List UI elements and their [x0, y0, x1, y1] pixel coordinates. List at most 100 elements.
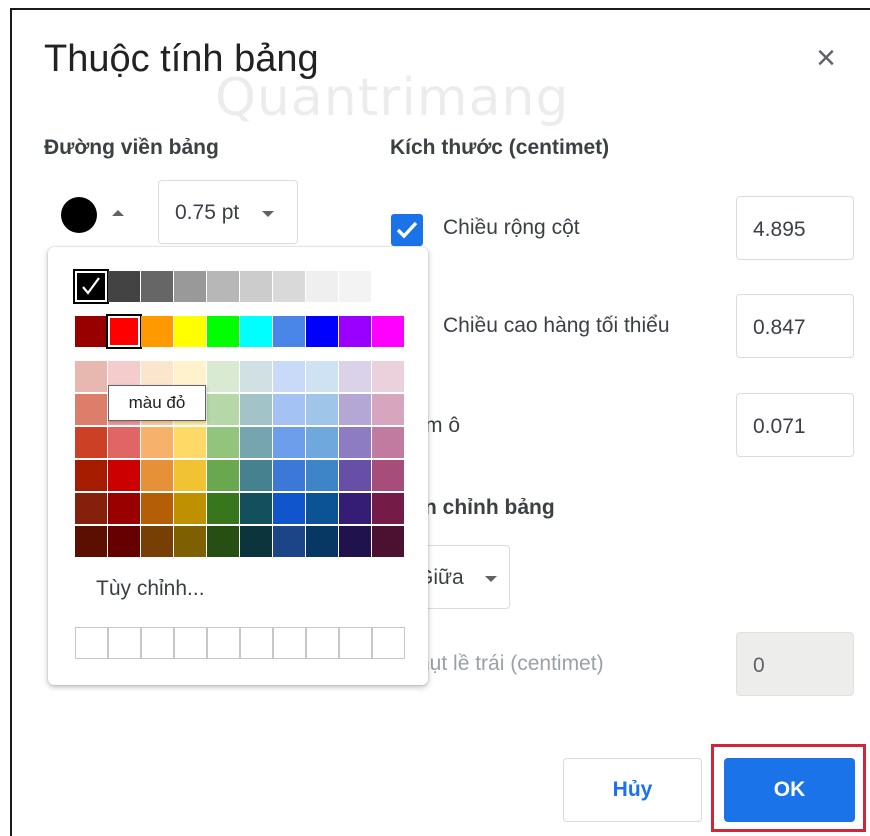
- color-swatch-grey[interactable]: [339, 271, 371, 302]
- custom-color-slot[interactable]: [339, 627, 372, 659]
- color-swatch-shade[interactable]: [372, 460, 404, 491]
- color-swatch-shade[interactable]: [108, 460, 140, 491]
- color-swatch-shade[interactable]: [141, 493, 173, 524]
- custom-color-slot[interactable]: [306, 627, 339, 659]
- color-swatch-main[interactable]: [240, 316, 272, 347]
- color-swatch-shade[interactable]: [207, 427, 239, 458]
- color-swatch-shade[interactable]: [75, 526, 107, 557]
- color-swatch-shade[interactable]: [306, 361, 338, 392]
- color-swatch-shade[interactable]: [339, 460, 371, 491]
- min-row-height-input[interactable]: 0.847: [736, 294, 854, 358]
- custom-color-slot[interactable]: [141, 627, 174, 659]
- cell-padding-input[interactable]: 0.071: [736, 393, 854, 457]
- custom-color-label[interactable]: Tùy chỉnh...: [96, 577, 205, 601]
- column-width-checkbox[interactable]: [391, 214, 423, 246]
- color-swatch-shade[interactable]: [372, 427, 404, 458]
- color-swatch-shade[interactable]: [75, 493, 107, 524]
- color-swatch-shade[interactable]: [141, 427, 173, 458]
- color-swatch-shade[interactable]: [174, 460, 206, 491]
- color-swatch-grey[interactable]: [273, 271, 305, 302]
- color-swatch-main[interactable]: [106, 314, 142, 349]
- color-swatch-grey[interactable]: [240, 271, 272, 302]
- color-swatch-shade[interactable]: [273, 427, 305, 458]
- color-swatch-main[interactable]: [207, 316, 239, 347]
- color-swatch-grey[interactable]: [372, 271, 404, 302]
- color-swatch-shade[interactable]: [207, 460, 239, 491]
- color-swatch-shade[interactable]: [372, 361, 404, 392]
- color-swatch-shade[interactable]: [207, 361, 239, 392]
- color-swatch-shade[interactable]: [240, 394, 272, 425]
- custom-color-slot[interactable]: [108, 627, 141, 659]
- color-swatch-shade[interactable]: [339, 361, 371, 392]
- color-swatch-shade[interactable]: [339, 526, 371, 557]
- custom-color-slot[interactable]: [207, 627, 240, 659]
- column-width-input[interactable]: 4.895: [736, 196, 854, 260]
- color-swatch-shade[interactable]: [306, 394, 338, 425]
- color-swatch-shade[interactable]: [108, 427, 140, 458]
- custom-color-slot[interactable]: [372, 627, 405, 659]
- color-swatch-shade[interactable]: [75, 460, 107, 491]
- color-swatch-shade[interactable]: [273, 394, 305, 425]
- color-swatch-shade[interactable]: [240, 427, 272, 458]
- alignment-section-label: n chỉnh bảng: [424, 496, 555, 519]
- border-width-value: 0.75 pt: [175, 201, 240, 224]
- color-swatch-main[interactable]: [339, 316, 371, 347]
- color-swatch-shade[interactable]: [207, 394, 239, 425]
- color-swatch-shade[interactable]: [240, 460, 272, 491]
- caret-up-icon: [112, 210, 124, 216]
- close-icon[interactable]: ×: [808, 40, 844, 76]
- color-swatch-shade[interactable]: [108, 493, 140, 524]
- color-swatch-shade[interactable]: [339, 394, 371, 425]
- color-swatch-shade[interactable]: [306, 460, 338, 491]
- color-swatch-shade[interactable]: [75, 361, 107, 392]
- left-indent-input[interactable]: 0: [736, 632, 854, 696]
- color-swatch-shade[interactable]: [207, 526, 239, 557]
- size-section-label: Kích thước (centimet): [390, 136, 610, 159]
- color-swatch-grey[interactable]: [73, 269, 109, 304]
- custom-color-slot[interactable]: [273, 627, 306, 659]
- left-indent-label: hụt lề trái (centimet): [418, 652, 604, 675]
- chevron-down-icon: [262, 211, 274, 217]
- color-swatch-shade[interactable]: [240, 361, 272, 392]
- color-swatch-main[interactable]: [306, 316, 338, 347]
- color-swatch-shade[interactable]: [306, 427, 338, 458]
- color-swatch-main[interactable]: [75, 316, 107, 347]
- custom-color-slot[interactable]: [75, 627, 108, 659]
- color-swatch-shade[interactable]: [75, 394, 107, 425]
- cancel-button[interactable]: Hủy: [563, 758, 702, 822]
- color-swatch-shade[interactable]: [273, 526, 305, 557]
- custom-color-slot[interactable]: [174, 627, 207, 659]
- border-color-button[interactable]: [46, 182, 138, 244]
- color-swatch-shade[interactable]: [240, 493, 272, 524]
- color-swatch-shade[interactable]: [372, 526, 404, 557]
- color-swatch-main[interactable]: [174, 316, 206, 347]
- color-swatch-shade[interactable]: [174, 526, 206, 557]
- color-swatch-shade[interactable]: [240, 526, 272, 557]
- color-swatch-grey[interactable]: [174, 271, 206, 302]
- color-swatch-shade[interactable]: [174, 427, 206, 458]
- color-swatch-grey[interactable]: [141, 271, 173, 302]
- color-swatch-main[interactable]: [372, 316, 404, 347]
- color-swatch-shade[interactable]: [306, 493, 338, 524]
- color-swatch-shade[interactable]: [273, 493, 305, 524]
- color-swatch-shade[interactable]: [207, 493, 239, 524]
- color-swatch-shade[interactable]: [174, 493, 206, 524]
- color-swatch-shade[interactable]: [141, 460, 173, 491]
- color-swatch-main[interactable]: [273, 316, 305, 347]
- color-swatch-shade[interactable]: [372, 394, 404, 425]
- color-swatch-shade[interactable]: [273, 460, 305, 491]
- border-width-select[interactable]: 0.75 pt: [158, 180, 298, 244]
- color-swatch-shade[interactable]: [339, 493, 371, 524]
- color-swatch-shade[interactable]: [75, 427, 107, 458]
- color-swatch-grey[interactable]: [207, 271, 239, 302]
- color-swatch-grey[interactable]: [108, 271, 140, 302]
- color-swatch-shade[interactable]: [273, 361, 305, 392]
- color-swatch-main[interactable]: [141, 316, 173, 347]
- color-swatch-shade[interactable]: [339, 427, 371, 458]
- color-swatch-grey[interactable]: [306, 271, 338, 302]
- color-swatch-shade[interactable]: [372, 493, 404, 524]
- color-swatch-shade[interactable]: [108, 526, 140, 557]
- custom-color-slot[interactable]: [240, 627, 273, 659]
- color-swatch-shade[interactable]: [141, 526, 173, 557]
- color-swatch-shade[interactable]: [306, 526, 338, 557]
